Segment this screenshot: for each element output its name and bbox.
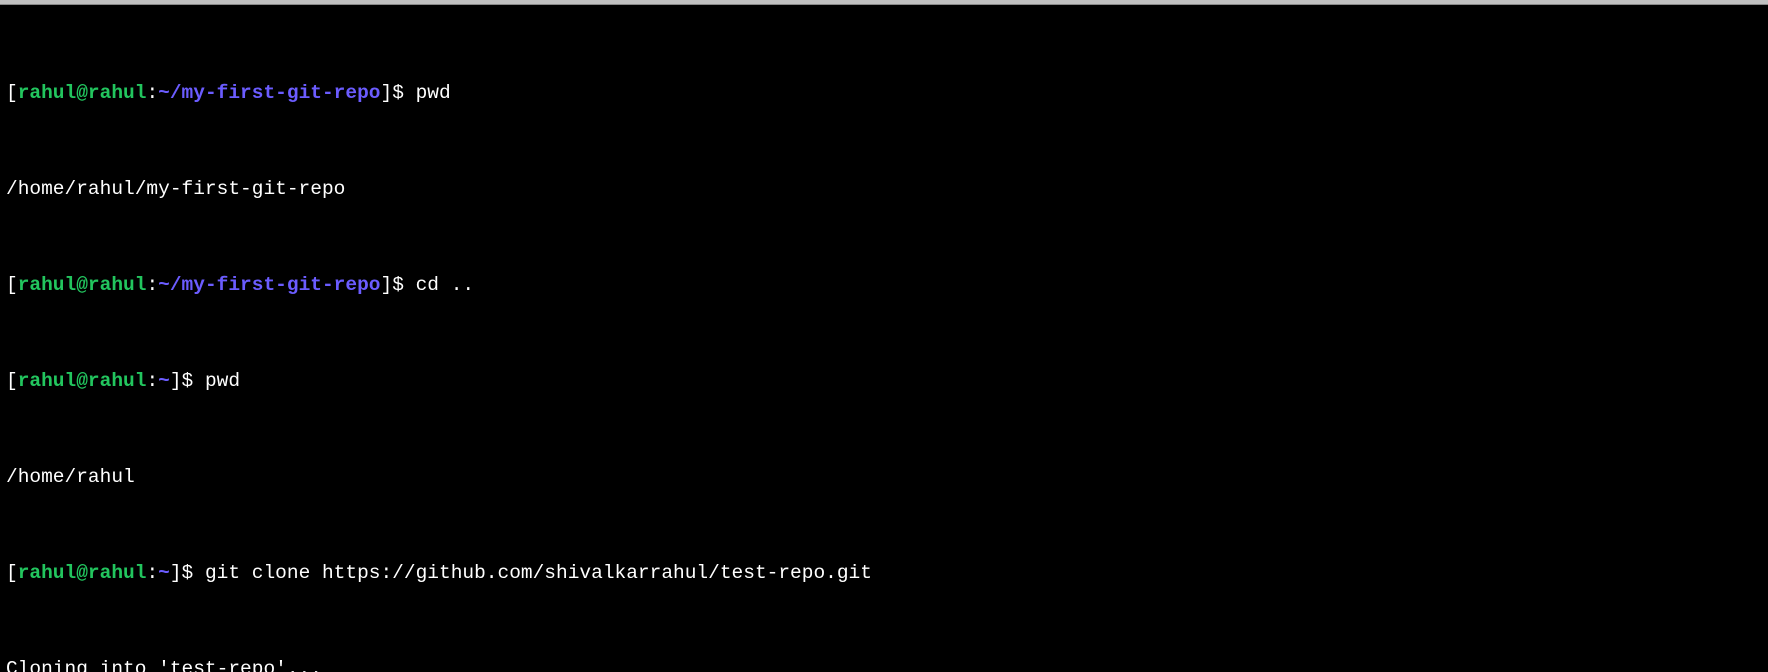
prompt-dollar: $ (392, 274, 404, 296)
prompt-dollar: $ (182, 562, 194, 584)
prompt-host: rahul (88, 370, 147, 392)
prompt-at: @ (76, 370, 88, 392)
bracket-close: ] (170, 370, 182, 392)
prompt-dollar: $ (182, 370, 194, 392)
prompt-colon: : (146, 274, 158, 296)
bracket-open: [ (6, 562, 18, 584)
prompt-dollar: $ (392, 82, 404, 104)
prompt-user: rahul (18, 562, 77, 584)
prompt-line-4: [rahul@rahul:~]$ git clone https://githu… (6, 561, 1762, 585)
command-text: cd .. (404, 274, 474, 296)
prompt-line-3: [rahul@rahul:~]$ pwd (6, 369, 1762, 393)
prompt-path: ~ (158, 562, 170, 584)
prompt-user: rahul (18, 82, 77, 104)
output-line: Cloning into 'test-repo'... (6, 657, 1762, 672)
prompt-line-2: [rahul@rahul:~/my-first-git-repo]$ cd .. (6, 273, 1762, 297)
command-text: git clone https://github.com/shivalkarra… (193, 562, 872, 584)
prompt-line-1: [rahul@rahul:~/my-first-git-repo]$ pwd (6, 81, 1762, 105)
bracket-close: ] (380, 82, 392, 104)
prompt-user: rahul (18, 274, 77, 296)
bracket-close: ] (380, 274, 392, 296)
prompt-colon: : (146, 370, 158, 392)
output-line: /home/rahul/my-first-git-repo (6, 177, 1762, 201)
command-text: pwd (193, 370, 240, 392)
prompt-at: @ (76, 82, 88, 104)
prompt-at: @ (76, 562, 88, 584)
prompt-path: ~/my-first-git-repo (158, 82, 380, 104)
prompt-at: @ (76, 274, 88, 296)
prompt-path: ~/my-first-git-repo (158, 274, 380, 296)
prompt-host: rahul (88, 562, 147, 584)
bracket-close: ] (170, 562, 182, 584)
output-line: /home/rahul (6, 465, 1762, 489)
prompt-colon: : (146, 82, 158, 104)
bracket-open: [ (6, 82, 18, 104)
prompt-host: rahul (88, 274, 147, 296)
prompt-host: rahul (88, 82, 147, 104)
command-text: pwd (404, 82, 451, 104)
prompt-path: ~ (158, 370, 170, 392)
prompt-user: rahul (18, 370, 77, 392)
bracket-open: [ (6, 274, 18, 296)
bracket-open: [ (6, 370, 18, 392)
terminal-viewport[interactable]: [rahul@rahul:~/my-first-git-repo]$ pwd /… (0, 5, 1768, 672)
prompt-colon: : (146, 562, 158, 584)
